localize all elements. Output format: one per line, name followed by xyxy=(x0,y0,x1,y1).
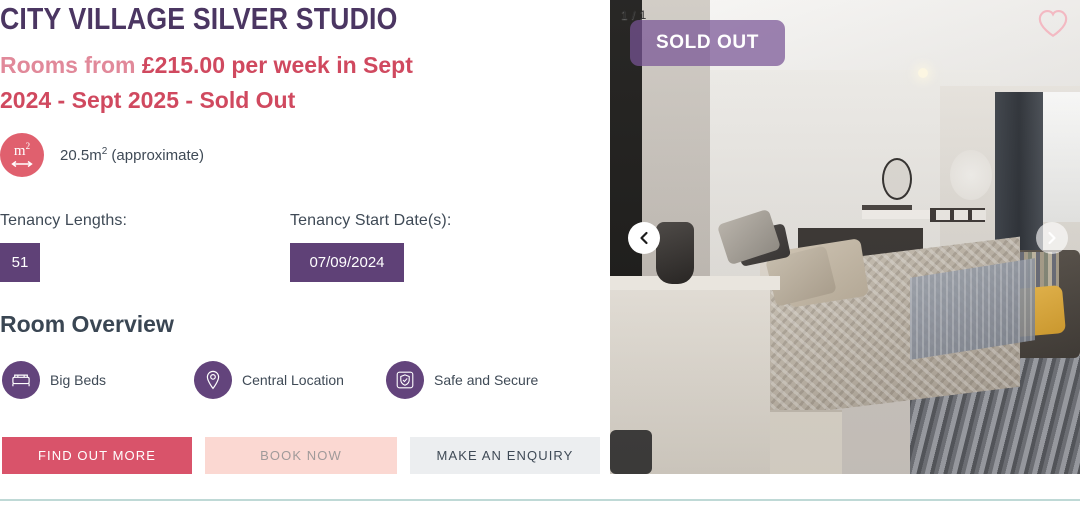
bed-icon xyxy=(2,361,40,399)
tenancy-start-date-label: Tenancy Start Date(s): xyxy=(290,212,452,229)
feature-label: Central Location xyxy=(242,372,344,388)
chevron-right-icon xyxy=(1048,231,1056,245)
price-amount: £215.00 xyxy=(141,52,225,78)
gallery-prev-button[interactable] xyxy=(628,222,660,254)
width-arrow-icon xyxy=(11,160,33,168)
make-an-enquiry-button[interactable]: MAKE AN ENQUIRY xyxy=(410,437,600,474)
room-listing-card: CITY VILLAGE SILVER STUDIO Rooms from £2… xyxy=(0,0,1080,506)
status-badge: SOLD OUT xyxy=(630,20,785,66)
room-area-row: m2 20.5m2 (approximate) xyxy=(0,133,204,177)
chevron-left-icon xyxy=(640,231,648,245)
room-photo-gallery[interactable]: 1 / 1 SOLD OUT xyxy=(610,0,1080,474)
listing-details-panel: CITY VILLAGE SILVER STUDIO Rooms from £2… xyxy=(0,0,610,506)
tenancy-lengths-label: Tenancy Lengths: xyxy=(0,212,128,229)
heart-outline-icon[interactable] xyxy=(1036,6,1070,40)
page-title: CITY VILLAGE SILVER STUDIO xyxy=(0,1,398,36)
book-now-button[interactable]: BOOK NOW xyxy=(205,437,397,474)
section-divider xyxy=(0,499,1080,501)
price-summary: Rooms from £215.00 per week in Sept 2024… xyxy=(0,48,445,118)
tenancy-start-date-chip[interactable]: 07/09/2024 xyxy=(290,243,404,282)
feature-safe-and-secure: Safe and Secure xyxy=(386,361,538,399)
square-meter-icon: m2 xyxy=(0,133,44,177)
shield-check-icon xyxy=(386,361,424,399)
feature-label: Safe and Secure xyxy=(434,372,539,388)
room-photo xyxy=(610,0,1080,474)
find-out-more-button[interactable]: FIND OUT MORE xyxy=(2,437,192,474)
room-overview-heading: Room Overview xyxy=(0,311,174,337)
location-pin-icon xyxy=(194,361,232,399)
room-area-label: 20.5m2 (approximate) xyxy=(60,146,204,164)
tenancy-length-chip[interactable]: 51 xyxy=(0,243,40,282)
price-prefix: Rooms from xyxy=(0,52,136,78)
feature-label: Big Beds xyxy=(50,372,107,388)
gallery-next-button[interactable] xyxy=(1036,222,1068,254)
feature-big-beds: Big Beds xyxy=(2,361,106,399)
feature-central-location: Central Location xyxy=(194,361,344,399)
